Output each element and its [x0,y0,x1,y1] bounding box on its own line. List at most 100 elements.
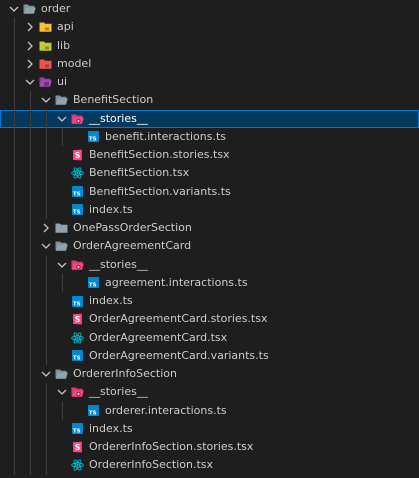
chevron-right-icon[interactable] [24,37,36,55]
indent-guide [46,255,47,274]
svg-text:S: S [75,151,80,160]
folder-row-ordererinfosection[interactable]: OrdererInfoSection [0,365,419,384]
indent-guide [30,237,31,256]
chevron-down-icon[interactable] [56,256,68,274]
chevron-down-icon[interactable] [40,91,52,109]
file-row-benefitsection-variants-ts[interactable]: TS BenefitSection.variants.ts [0,182,419,201]
file-row-ordererinfosection-tsx[interactable]: OrdererInfoSection.tsx [0,456,419,475]
chevron-right-icon[interactable] [24,18,36,36]
file-row-index-ts[interactable]: TS index.ts [0,419,419,438]
file-label: OrdererInfoSection.tsx [89,458,214,472]
indent-guide [14,401,15,420]
folder-row-order[interactable]: order [0,0,419,18]
folder-row-stories[interactable]: __stories__ [0,109,419,128]
folder-label: ui [57,75,68,88]
chevron-down-icon[interactable] [40,237,52,255]
svg-text:TS: TS [73,356,81,361]
folder-label: OnePassOrderSection [73,221,192,234]
file-row-ordererinfosection-stories-tsx[interactable]: S OrdererInfoSection.stories.tsx [0,438,419,457]
folder-row-orderagreementcard[interactable]: OrderAgreementCard [0,237,419,256]
indent-guide [30,328,31,347]
folder-label: model [57,56,92,70]
folder-row-ui[interactable]: ui [0,73,419,92]
indent-guide [14,219,15,238]
file-row-index-ts[interactable]: TS index.ts [0,200,419,219]
folder-label: __stories__ [89,385,148,399]
typescript-icon: TS [71,295,84,307]
indent-guide [14,127,15,146]
indent-guide [46,401,47,420]
file-label: agreement.interactions.ts [105,275,248,289]
indent-guide [30,438,31,457]
folder-model-icon [39,58,52,70]
file-row-benefitsection-stories-tsx[interactable]: S BenefitSection.stories.tsx [0,146,419,165]
folder-row-onepassordersection[interactable]: OnePassOrderSection [0,219,419,238]
svg-text:TS: TS [73,301,81,306]
file-row-benefitsection-tsx[interactable]: BenefitSection.tsx [0,164,419,183]
folder-label: OrderAgreementCard [73,239,192,253]
chevron-down-icon[interactable] [56,110,68,128]
indent-guide [30,164,31,183]
file-explorer-tree: order api lib model ui BenefitSection __storie… [0,0,419,475]
folder-row-lib[interactable]: lib [0,36,419,55]
folder-row-api[interactable]: api [0,18,419,37]
indent-guide [14,255,15,274]
file-label: orderer.interactions.ts [105,403,227,417]
folder-stories-icon [71,386,84,398]
indent-guide [30,182,31,201]
indent-guide [14,91,15,110]
indent-guide [14,164,15,183]
indent-guide [30,383,31,402]
chevron-down-icon[interactable] [40,365,52,383]
chevron-right-icon[interactable] [24,55,36,73]
indent-guide [62,401,63,420]
file-row-index-ts[interactable]: TS index.ts [0,292,419,311]
folder-label: OrdererInfoSection [73,367,177,380]
file-row-orderer-interactions-ts[interactable]: TS orderer.interactions.ts [0,401,419,420]
react-icon [71,167,84,179]
indent-guide [14,182,15,201]
indent-guide [46,456,47,475]
folder-row-model[interactable]: model [0,54,419,73]
indent-guide [30,365,31,384]
folder-row-benefitsection[interactable]: BenefitSection [0,91,419,110]
indent-guide [30,146,31,165]
file-row-agreement-interactions-ts[interactable]: TS agreement.interactions.ts [0,273,419,292]
file-label: BenefitSection.stories.tsx [89,148,230,161]
folder-row-stories[interactable]: __stories__ [0,383,419,402]
indent-guide [30,127,31,146]
indent-guide [30,310,31,329]
indent-guide [46,164,47,183]
chevron-down-icon[interactable] [24,73,36,91]
indent-guide [46,109,47,128]
indent-guide [30,109,31,128]
file-label: index.ts [89,202,133,216]
folder-stories-icon [71,259,84,271]
folder-row-stories[interactable]: __stories__ [0,255,419,274]
chevron-down-icon[interactable] [56,383,68,401]
file-label: OrderAgreementCard.tsx [89,330,228,344]
indent-guide [14,200,15,219]
file-label: OrdererInfoSection.stories.tsx [89,440,254,453]
svg-text:TS: TS [89,137,97,142]
indent-guide [46,273,47,292]
svg-text:TS: TS [73,192,81,197]
indent-guide [14,146,15,165]
file-row-orderagreementcard-stories-tsx[interactable]: S OrderAgreementCard.stories.tsx [0,310,419,329]
file-row-orderagreementcard-tsx[interactable]: OrderAgreementCard.tsx [0,328,419,347]
indent-guide [46,383,47,402]
typescript-icon: TS [87,131,100,143]
file-row-benefit-interactions-ts[interactable]: TS benefit.interactions.ts [0,127,419,146]
chevron-right-icon[interactable] [40,219,52,237]
file-row-orderagreementcard-variants-ts[interactable]: TS OrderAgreementCard.variants.ts [0,346,419,365]
indent-guide [30,346,31,365]
react-icon [71,331,84,344]
typescript-icon: TS [87,277,100,289]
indent-guide [14,438,15,457]
folder-ui-icon [39,76,52,88]
indent-guide [14,383,15,402]
svg-text:TS: TS [73,210,81,215]
indent-guide [14,292,15,311]
indent-guide [14,18,15,37]
chevron-down-icon[interactable] [8,0,20,18]
